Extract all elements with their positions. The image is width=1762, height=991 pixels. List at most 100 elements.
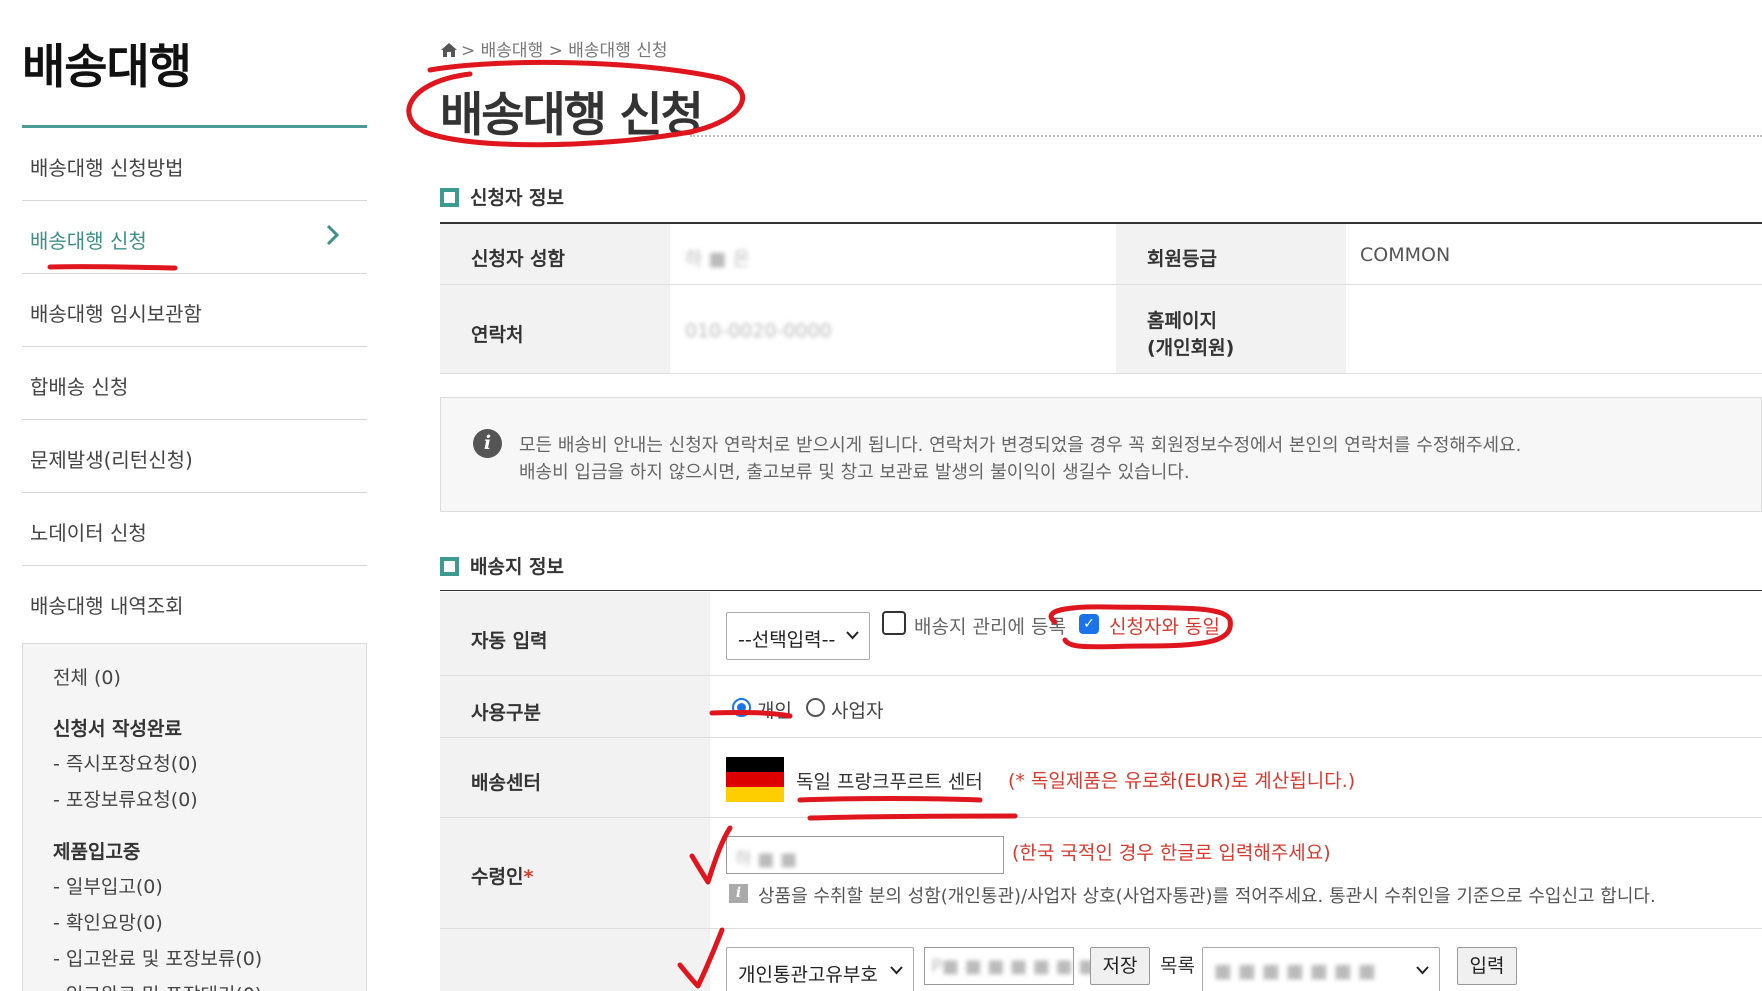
usage-personal-radio[interactable] xyxy=(732,698,751,717)
status-all[interactable]: 전체 (0) xyxy=(53,663,121,690)
table-top-border xyxy=(440,590,1762,591)
germany-flag-icon xyxy=(726,757,784,802)
table-header-cell: 연락처 xyxy=(440,285,670,373)
usage-personal-label: 개인 xyxy=(757,700,792,722)
receiver-input[interactable]: 하 ■ ■ xyxy=(726,836,1004,874)
sidebar-item-label: 문제발생(리턴신청) xyxy=(30,448,193,472)
center-label: 배송센터 xyxy=(471,772,541,794)
member-grade-value: COMMON xyxy=(1360,244,1451,266)
customs-code-input[interactable]: P■ ■ ■ ■ ■ ■ ■ t xyxy=(924,947,1108,985)
customs-code-value: P■ ■ ■ ■ ■ ■ ■ t xyxy=(931,956,1109,977)
auto-input-select[interactable]: --선택입력-- xyxy=(726,612,870,660)
same-as-applicant-label: 신청자와 동일 xyxy=(1109,616,1220,638)
usage-business-radio[interactable] xyxy=(806,698,825,717)
usage-business-label: 사업자 xyxy=(831,700,884,722)
homepage-label-line1: 홈페이지 xyxy=(1147,310,1217,332)
sidebar-item-label: 배송대행 신청 xyxy=(30,229,147,253)
center-name: 독일 프랑크푸르트 센터 xyxy=(796,771,983,793)
usage-type-label: 사용구분 xyxy=(471,702,541,724)
main-content: > 배송대행 > 배송대행 신청 배송대행 신청 신청자 정보 신청자 성함 하… xyxy=(440,0,1762,991)
status-item[interactable]: - 입고완료 및 포장대기(0) xyxy=(53,980,262,991)
table-header-cell: 배송센터 xyxy=(440,738,710,817)
table-row: 개인통관고유부호 P■ ■ ■ ■ ■ ■ ■ t 저장 목록 ■ ■ ■ ■ … xyxy=(440,929,1762,991)
status-group-title: 제품입고중 xyxy=(53,841,141,863)
same-as-applicant-checkbox[interactable]: ✓ xyxy=(1079,614,1099,634)
receiver-help-text: 상품을 수취할 분의 성함(개인통관)/사업자 상호(사업자통관)를 적어주세요… xyxy=(758,886,1656,907)
page-title: 배송대행 신청 xyxy=(440,88,704,143)
chevron-down-icon xyxy=(890,960,903,979)
chevron-down-icon xyxy=(846,625,859,644)
member-grade-label: 회원등급 xyxy=(1147,248,1217,270)
required-mark: * xyxy=(523,866,534,888)
table-header-cell xyxy=(440,929,710,991)
sidebar-item-history[interactable]: 배송대행 내역조회 xyxy=(22,566,367,639)
table-row: 사용구분 개인 사업자 xyxy=(440,676,1762,738)
save-button[interactable]: 저장 xyxy=(1090,947,1150,985)
section-title-text: 신청자 정보 xyxy=(470,187,565,209)
receiver-note: (한국 국적인 경우 한글로 입력해주세요) xyxy=(1012,842,1331,864)
table-row: 신청자 성함 하 ■ 은 회원등급 COMMON xyxy=(440,224,1762,285)
enter-button[interactable]: 입력 xyxy=(1457,947,1517,985)
sidebar-item-return-request[interactable]: 문제발생(리턴신청) xyxy=(22,420,367,493)
receiver-label-text: 수령인 xyxy=(471,866,524,888)
table-header-cell: 사용구분 xyxy=(440,676,710,737)
breadcrumb: > 배송대행 > 배송대행 신청 xyxy=(440,36,668,63)
table-header-cell: 신청자 성함 xyxy=(440,224,670,284)
table-row: 배송센터 독일 프랑크푸르트 센터 (* 독일제품은 유로화(EUR)로 계산됩… xyxy=(440,738,1762,818)
sidebar-item-label: 배송대행 신청방법 xyxy=(30,156,184,180)
status-summary-box: 전체 (0) 신청서 작성완료 - 즉시포장요청(0) - 포장보류요청(0) … xyxy=(22,643,367,991)
select-value: --선택입력-- xyxy=(738,629,836,651)
breadcrumb-item[interactable]: 배송대행 xyxy=(481,41,544,61)
sidebar-item-combined-shipping[interactable]: 합배송 신청 xyxy=(22,347,367,420)
customs-list-select[interactable]: ■ ■ ■ ■ ■ ■ ■ xyxy=(1202,947,1440,991)
status-item[interactable]: - 포장보류요청(0) xyxy=(53,785,198,812)
save-address-label: 배송지 관리에 등록 xyxy=(914,616,1066,638)
table-header-cell: 홈페이지 (개인회원) xyxy=(1116,285,1346,373)
sidebar-item-label: 합배송 신청 xyxy=(30,375,129,399)
notice-line: 모든 배송비 안내는 신청자 연락처로 받으시게 됩니다. 연락처가 변경되었을… xyxy=(519,435,1522,456)
table-header-cell: 자동 입력 xyxy=(440,592,710,675)
status-group-title: 신청서 작성완료 xyxy=(53,718,182,740)
notice-line: 배송비 입금을 하지 않으시면, 출고보류 및 창고 보관료 발생의 불이익이 … xyxy=(519,462,1190,483)
chevron-down-icon xyxy=(1416,960,1429,979)
status-item[interactable]: - 입고완료 및 포장보류(0) xyxy=(53,944,262,971)
auto-input-label: 자동 입력 xyxy=(471,630,548,652)
select-value: 개인통관고유부호 xyxy=(738,964,878,986)
customs-type-select[interactable]: 개인통관고유부호 xyxy=(726,947,914,991)
table-row: 수령인* 하 ■ ■ (한국 국적인 경우 한글로 입력해주세요) i 상품을 … xyxy=(440,818,1762,929)
title-divider xyxy=(690,135,1762,137)
section-title-shipping: 배송지 정보 xyxy=(440,552,564,579)
receiver-label: 수령인* xyxy=(471,862,533,889)
sidebar-item-label: 노데이터 신청 xyxy=(30,521,147,545)
status-item[interactable]: - 즉시포장요청(0) xyxy=(53,749,198,776)
phone-label: 연락처 xyxy=(471,324,524,346)
breadcrumb-separator: > xyxy=(548,41,563,61)
breadcrumb-separator: > xyxy=(461,41,476,61)
save-address-checkbox[interactable] xyxy=(882,611,906,635)
info-icon: i xyxy=(473,429,502,458)
breadcrumb-item[interactable]: 배송대행 신청 xyxy=(568,41,667,61)
status-item[interactable]: - 확인요망(0) xyxy=(53,908,163,935)
table-row: 자동 입력 --선택입력-- 배송지 관리에 등록 ✓ 신청자와 동일 xyxy=(440,592,1762,676)
table-row: 연락처 010-0020-0000 홈페이지 (개인회원) xyxy=(440,285,1762,374)
sidebar: 배송대행 배송대행 신청방법 배송대행 신청 배송대행 임시보관함 합배송 신청… xyxy=(22,0,367,991)
notice-box: i 모든 배송비 안내는 신청자 연락처로 받으시게 됩니다. 연락처가 변경되… xyxy=(440,397,1762,512)
applicant-name-value: 하 ■ 은 xyxy=(685,248,750,270)
homepage-label-line2: (개인회원) xyxy=(1147,337,1235,359)
sidebar-item-shipping-guide[interactable]: 배송대행 신청방법 xyxy=(22,128,367,201)
sidebar-item-temp-storage[interactable]: 배송대행 임시보관함 xyxy=(22,274,367,347)
home-icon[interactable] xyxy=(440,42,458,63)
table-header-cell: 회원등급 xyxy=(1116,224,1346,284)
sidebar-item-nodata-request[interactable]: 노데이터 신청 xyxy=(22,493,367,566)
section-title-text: 배송지 정보 xyxy=(470,556,565,578)
list-label: 목록 xyxy=(1160,955,1195,977)
info-icon: i xyxy=(729,884,748,903)
sidebar-title: 배송대행 xyxy=(22,40,192,95)
receiver-input-value: 하 ■ ■ xyxy=(735,849,798,870)
phone-value: 010-0020-0000 xyxy=(685,320,832,342)
status-item[interactable]: - 일부입고(0) xyxy=(53,872,163,899)
table-header-cell: 수령인* xyxy=(440,818,710,928)
center-note: (* 독일제품은 유로화(EUR)로 계산됩니다.) xyxy=(1008,770,1356,792)
sidebar-item-shipping-apply[interactable]: 배송대행 신청 xyxy=(22,201,367,274)
sidebar-item-label: 배송대행 임시보관함 xyxy=(30,302,202,326)
